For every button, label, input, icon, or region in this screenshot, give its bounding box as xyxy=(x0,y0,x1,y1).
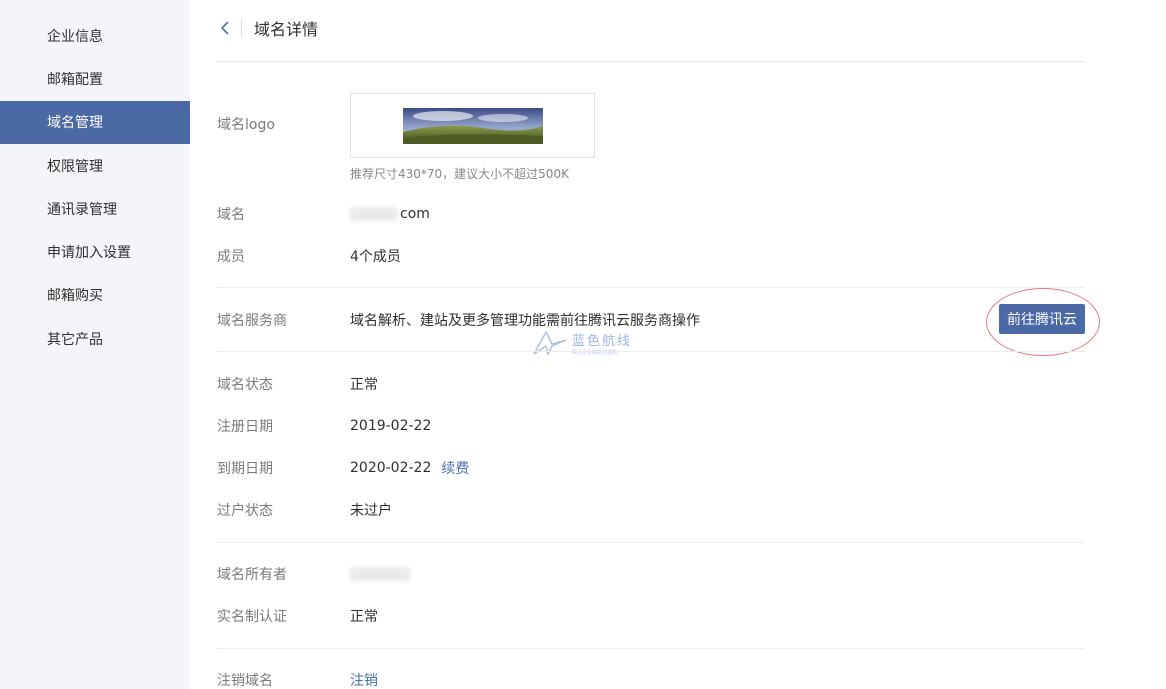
expire-date-row: 到期日期 2020-02-22 续费 xyxy=(217,458,469,478)
members-row: 成员 4个成员 xyxy=(217,246,401,266)
chevron-left-icon[interactable] xyxy=(217,20,233,36)
members-value: 4个成员 xyxy=(350,249,401,265)
domain-value: com xyxy=(350,206,430,222)
renew-link[interactable]: 续费 xyxy=(441,458,469,478)
sidebar: 企业信息 邮箱配置 域名管理 权限管理 通讯录管理 申请加入设置 邮箱购买 其它… xyxy=(0,0,190,689)
sidebar-item-domain-management[interactable]: 域名管理 xyxy=(0,100,190,144)
transfer-status-label: 过户状态 xyxy=(217,503,273,519)
sidebar-item-permission-management[interactable]: 权限管理 xyxy=(0,144,190,187)
sidebar-item-mailbox-purchase[interactable]: 邮箱购买 xyxy=(0,274,190,317)
header-divider xyxy=(241,19,242,36)
sidebar-item-label: 其它产品 xyxy=(47,331,103,348)
redacted-blur xyxy=(350,567,410,581)
sidebar-item-label: 邮箱购买 xyxy=(47,288,103,305)
page-title: 域名详情 xyxy=(254,19,319,39)
real-name-value: 正常 xyxy=(350,609,378,625)
logo-size-hint: 推荐尺寸430*70，建议大小不超过500K xyxy=(350,167,569,181)
domain-label: 域名 xyxy=(217,207,245,223)
logo-landscape-image xyxy=(402,107,543,144)
section-divider xyxy=(217,351,1085,352)
provider-row: 域名服务商 域名解析、建站及更多管理功能需前往腾讯云服务商操作 xyxy=(217,310,700,330)
expire-date-label: 到期日期 xyxy=(217,461,273,477)
status-value: 正常 xyxy=(350,377,378,393)
register-date-label: 注册日期 xyxy=(217,419,273,435)
transfer-status-value: 未过户 xyxy=(350,503,392,519)
register-date-value: 2019-02-22 xyxy=(350,418,432,434)
watermark: 蓝色航线 腾讯企业邮箱代理商 xyxy=(532,330,632,356)
sidebar-item-label: 域名管理 xyxy=(47,115,103,132)
transfer-status-row: 过户状态 未过户 xyxy=(217,500,392,520)
expire-date-value: 2020-02-22 xyxy=(350,460,432,476)
sidebar-item-label: 权限管理 xyxy=(47,158,103,175)
watermark-main: 蓝色航线 xyxy=(572,334,633,349)
domain-row: 域名 com xyxy=(217,204,430,224)
real-name-row: 实名制认证 正常 xyxy=(217,606,378,626)
domain-logo-label: 域名logo xyxy=(217,117,275,133)
sidebar-item-label: 通讯录管理 xyxy=(47,201,117,218)
sidebar-item-other-products[interactable]: 其它产品 xyxy=(0,317,190,360)
sidebar-item-label: 企业信息 xyxy=(47,28,103,45)
cancel-domain-link[interactable]: 注销 xyxy=(350,670,378,689)
provider-value: 域名解析、建站及更多管理功能需前往腾讯云服务商操作 xyxy=(350,313,700,329)
owner-row: 域名所有者 xyxy=(217,564,412,584)
section-divider xyxy=(217,542,1085,543)
provider-label: 域名服务商 xyxy=(217,313,287,329)
owner-label: 域名所有者 xyxy=(217,567,287,583)
domain-logo-box[interactable] xyxy=(350,93,595,158)
cancel-domain-row: 注销域名 注销 xyxy=(217,670,378,689)
paper-plane-icon xyxy=(533,330,567,356)
domain-logo-row: 域名logo xyxy=(217,114,350,134)
section-divider xyxy=(217,648,1085,649)
section-divider xyxy=(217,287,1085,288)
real-name-label: 实名制认证 xyxy=(217,609,287,625)
members-label: 成员 xyxy=(217,249,245,265)
sidebar-item-join-settings[interactable]: 申请加入设置 xyxy=(0,230,190,273)
sidebar-item-mailbox-config[interactable]: 邮箱配置 xyxy=(0,57,190,100)
sidebar-item-label: 邮箱配置 xyxy=(47,71,103,88)
status-label: 域名状态 xyxy=(217,377,273,393)
main-content: 域名详情 域名logo 推荐尺寸430*70，建议大小不超过500K 域名 co… xyxy=(217,0,1100,689)
register-date-row: 注册日期 2019-02-22 xyxy=(217,416,431,436)
sidebar-item-company-info[interactable]: 企业信息 xyxy=(0,14,190,57)
owner-value xyxy=(350,566,412,582)
redacted-blur xyxy=(350,207,398,221)
goto-tencent-cloud-button[interactable]: 前往腾讯云 xyxy=(999,304,1085,334)
cancel-domain-label: 注销域名 xyxy=(217,673,273,689)
sidebar-item-contacts-management[interactable]: 通讯录管理 xyxy=(0,187,190,230)
domain-suffix: com xyxy=(400,206,430,222)
sidebar-item-label: 申请加入设置 xyxy=(47,245,131,262)
page-header: 域名详情 xyxy=(217,0,1085,62)
status-row: 域名状态 正常 xyxy=(217,374,378,394)
